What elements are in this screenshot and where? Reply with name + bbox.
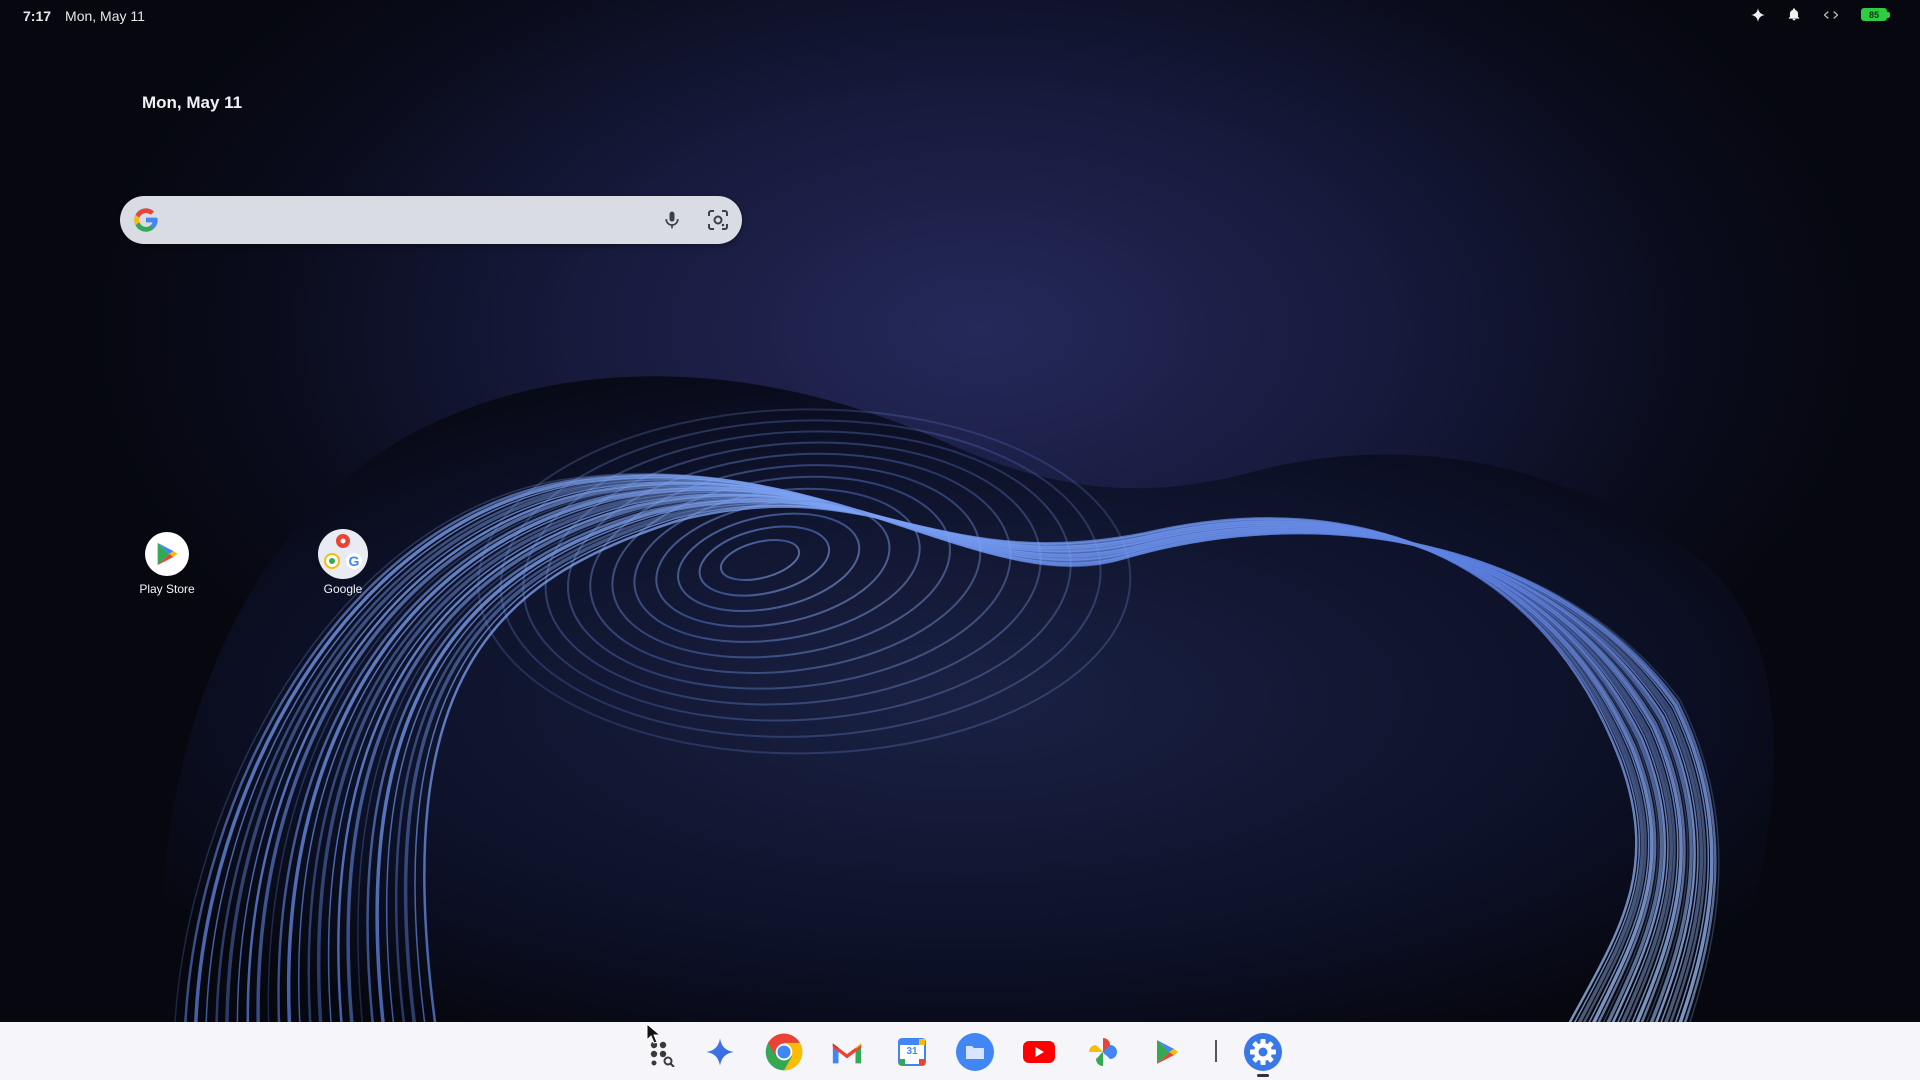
settings-button[interactable] xyxy=(1243,1032,1283,1077)
play-store-icon xyxy=(145,532,189,576)
notification-bell-icon[interactable] xyxy=(1787,7,1801,22)
battery-icon[interactable]: 85 xyxy=(1861,8,1890,21)
youtube-icon xyxy=(1023,1041,1055,1063)
gemini-icon xyxy=(706,1038,734,1066)
desktop-icon-google-folder[interactable]: G Google xyxy=(298,528,388,596)
google-folder-icon: G xyxy=(317,528,369,580)
status-bar: 7:17 Mon, May 11 85 xyxy=(0,0,1920,34)
play-store-icon xyxy=(1157,1040,1179,1064)
files-icon xyxy=(956,1033,994,1071)
taskbar-divider xyxy=(1215,1040,1217,1062)
search-input[interactable] xyxy=(172,204,616,238)
youtube-button[interactable] xyxy=(1019,1032,1059,1072)
google-g-icon xyxy=(132,206,160,239)
chrome-button[interactable] xyxy=(764,1032,804,1072)
desktop-icon-label: Play Store xyxy=(139,582,195,596)
settings-icon xyxy=(1244,1033,1282,1071)
calendar-day: 31 xyxy=(906,1046,918,1057)
wallpaper xyxy=(158,376,1774,1022)
gemini-button[interactable] xyxy=(700,1032,740,1072)
battery-level: 85 xyxy=(1861,8,1887,21)
gmail-icon xyxy=(832,1043,862,1064)
desktop-screen: 7:17 Mon, May 11 85 Mon, May 11 Play Sto… xyxy=(0,0,1920,1080)
calendar-button[interactable]: 31 xyxy=(892,1032,932,1072)
photos-button[interactable] xyxy=(1083,1032,1123,1072)
chrome-icon xyxy=(765,1033,803,1071)
network-icon[interactable] xyxy=(1823,9,1839,21)
photos-icon xyxy=(1089,1038,1117,1066)
microphone-icon[interactable] xyxy=(662,208,682,237)
gemini-status-icon[interactable] xyxy=(1751,7,1765,22)
desktop-icon-label: Google xyxy=(323,582,363,596)
svg-text:G: G xyxy=(349,553,360,569)
files-button[interactable] xyxy=(955,1032,995,1072)
taskbar: 31 xyxy=(0,1022,1920,1080)
status-date: Mon, May 11 xyxy=(65,8,145,24)
mouse-cursor-icon xyxy=(646,1023,662,1044)
active-app-indicator xyxy=(1257,1074,1269,1077)
play-store-button[interactable] xyxy=(1147,1032,1187,1072)
google-lens-icon[interactable] xyxy=(706,208,730,237)
date-widget[interactable]: Mon, May 11 xyxy=(142,93,242,113)
google-search-bar[interactable] xyxy=(120,196,742,244)
gmail-button[interactable] xyxy=(827,1032,867,1072)
status-time: 7:17 xyxy=(23,8,52,24)
desktop-icon-play-store[interactable]: Play Store xyxy=(122,532,212,596)
